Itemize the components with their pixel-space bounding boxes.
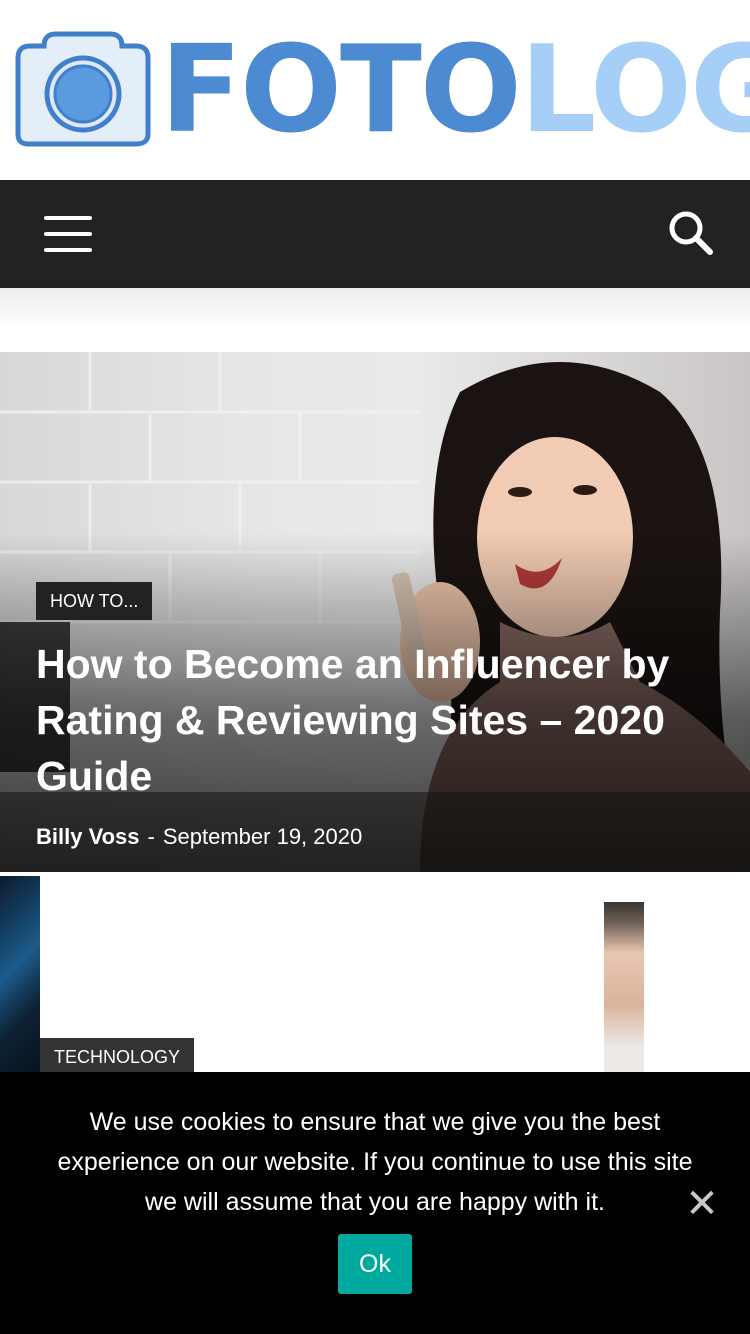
- post-meta: Billy Voss - September 19, 2020: [36, 822, 362, 852]
- search-icon[interactable]: [664, 206, 720, 262]
- cookie-message: We use cookies to ensure that we give yo…: [57, 1108, 693, 1216]
- cookie-ok-button[interactable]: Ok: [338, 1234, 412, 1294]
- featured-post-title[interactable]: How to Become an Influencer by Rating & …: [36, 636, 716, 804]
- post-author[interactable]: Billy Voss: [36, 824, 140, 849]
- category-badge-technology[interactable]: TECHNOLOGY: [40, 1038, 195, 1072]
- logo-text-foto: FOTO: [160, 21, 522, 160]
- post-thumbnail-person[interactable]: [604, 902, 644, 1072]
- category-badge[interactable]: HOW TO...: [36, 582, 153, 620]
- close-icon[interactable]: ✕: [682, 1184, 722, 1224]
- post-thumbnail-chart[interactable]: [0, 876, 40, 1072]
- hamburger-menu-icon[interactable]: [40, 210, 96, 258]
- post-date: September 19, 2020: [162, 824, 363, 849]
- post-grid-row: TECHNOLOGY: [0, 872, 750, 1072]
- cookie-consent-banner: We use cookies to ensure that we give yo…: [0, 1072, 750, 1334]
- site-logo[interactable]: FOTO LOG: [160, 26, 750, 156]
- featured-post[interactable]: HOW TO... How to Become an Influencer by…: [0, 352, 750, 872]
- logo-text-log: LOG: [519, 21, 750, 160]
- site-header: FOTO LOG: [0, 0, 750, 180]
- meta-separator: -: [147, 824, 155, 849]
- main-nav-bar: [0, 180, 750, 288]
- camera-logo-icon[interactable]: [14, 28, 152, 148]
- nav-shadow: [0, 288, 750, 328]
